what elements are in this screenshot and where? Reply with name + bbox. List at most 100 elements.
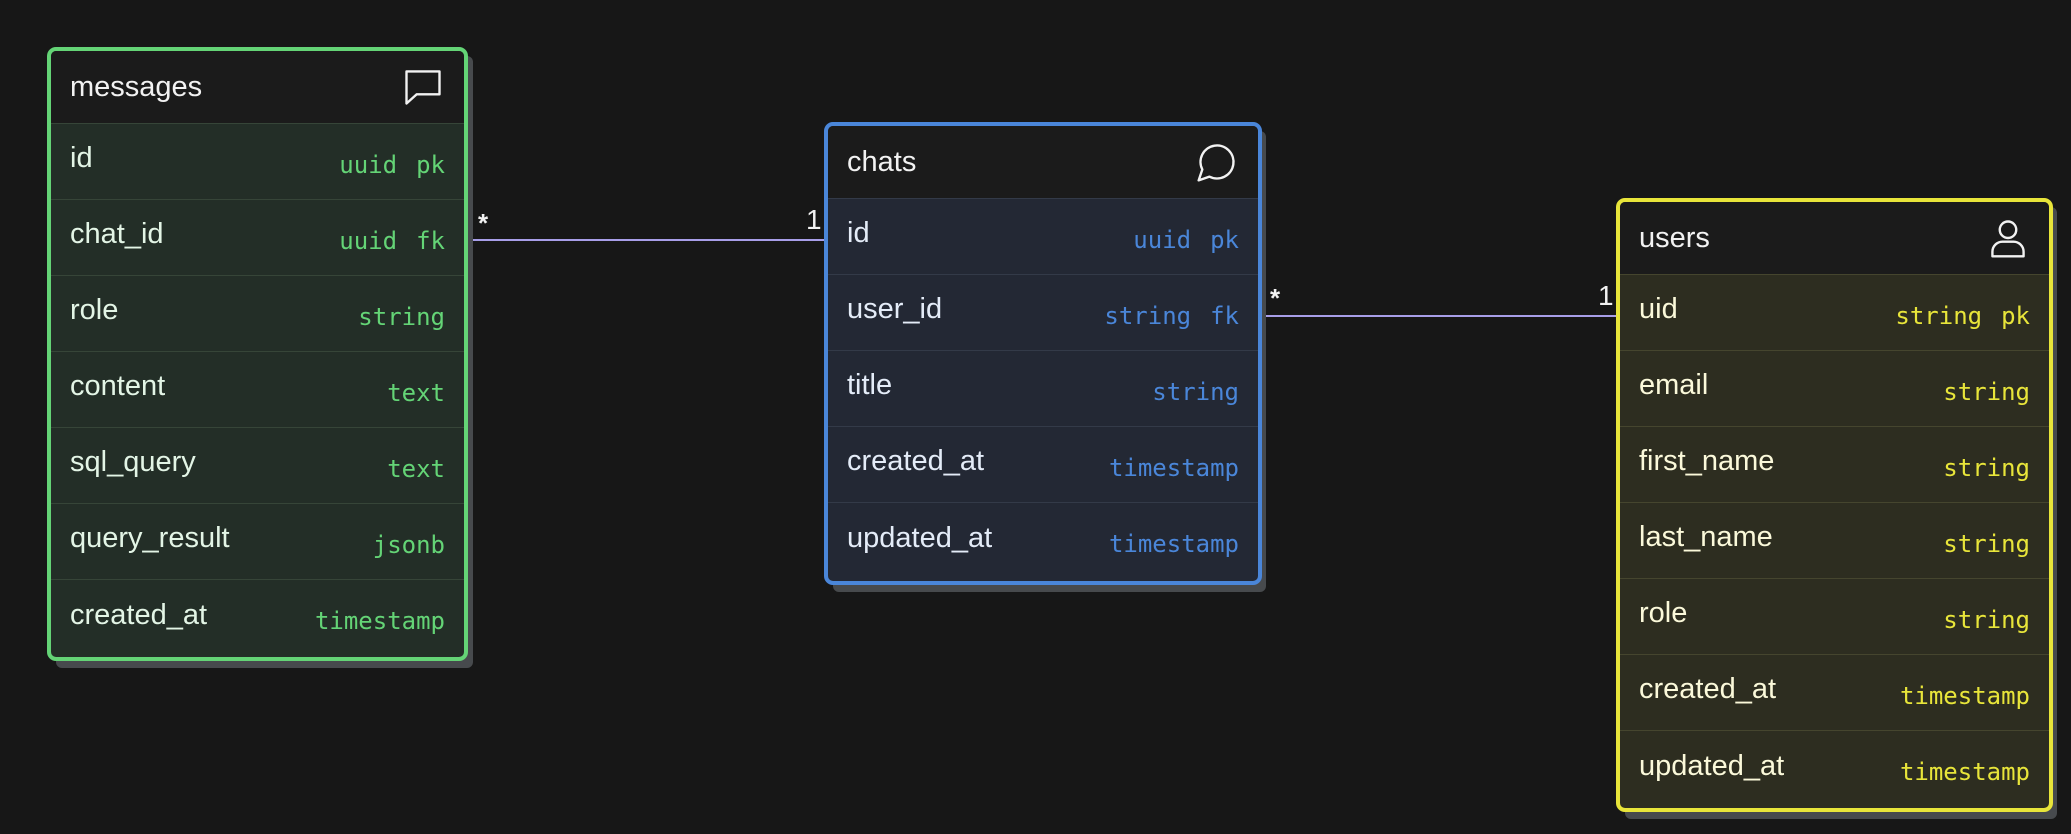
- field-type: timestamp: [1900, 758, 2030, 786]
- field-type: uuid fk: [339, 227, 445, 255]
- field-row-email[interactable]: email string: [1620, 351, 2049, 427]
- field-key-badge: fk: [416, 226, 445, 255]
- field-list: uid string pk email string first_name st…: [1620, 275, 2049, 807]
- field-type: text: [387, 455, 445, 483]
- table-header: users: [1620, 202, 2049, 275]
- field-datatype: timestamp: [314, 607, 445, 635]
- field-type: string: [1943, 530, 2030, 558]
- field-row-uid[interactable]: uid string pk: [1620, 275, 2049, 351]
- field-row-role[interactable]: role string: [51, 276, 464, 352]
- field-row-content[interactable]: content text: [51, 352, 464, 428]
- cardinality-one-label: 1: [1598, 280, 1614, 311]
- field-name: content: [70, 370, 166, 402]
- field-datatype: uuid: [339, 226, 398, 255]
- field-name: user_id: [847, 293, 943, 325]
- field-type: timestamp: [315, 607, 445, 635]
- field-name: chat_id: [70, 218, 164, 250]
- field-name: first_name: [1639, 445, 1775, 477]
- field-name: id: [70, 142, 93, 174]
- field-key-badge: pk: [2001, 301, 2030, 330]
- field-datatype: string: [1943, 605, 2030, 634]
- field-row-created-at[interactable]: created_at timestamp: [828, 427, 1258, 503]
- field-name: query_result: [70, 522, 230, 554]
- cardinality-one-label: 1: [806, 204, 822, 235]
- field-datatype: uuid: [1133, 225, 1192, 254]
- field-type: string fk: [1104, 302, 1239, 330]
- field-row-updated-at[interactable]: updated_at timestamp: [828, 503, 1258, 579]
- field-name: sql_query: [70, 446, 196, 478]
- field-datatype: string: [1943, 377, 2030, 406]
- field-datatype: string: [1104, 301, 1192, 330]
- field-type: timestamp: [1109, 454, 1239, 482]
- field-row-id[interactable]: id uuid pk: [828, 199, 1258, 275]
- field-type: text: [387, 379, 445, 407]
- field-datatype: string: [1895, 301, 1983, 330]
- cardinality-many-label: *: [478, 208, 489, 238]
- field-row-last-name[interactable]: last_name string: [1620, 503, 2049, 579]
- field-type: string: [1943, 454, 2030, 482]
- table-users[interactable]: users uid string pk email string first_n…: [1616, 198, 2053, 812]
- field-name: role: [1639, 597, 1688, 629]
- field-name: created_at: [847, 445, 985, 477]
- field-datatype: uuid: [339, 150, 398, 179]
- table-header: messages: [51, 51, 464, 124]
- field-datatype: string: [1152, 377, 1239, 406]
- field-type: jsonb: [373, 531, 445, 559]
- field-row-query-result[interactable]: query_result jsonb: [51, 504, 464, 580]
- table-title: messages: [70, 70, 203, 103]
- field-datatype: string: [1943, 529, 2030, 558]
- field-name: title: [847, 369, 893, 401]
- field-row-sql-query[interactable]: sql_query text: [51, 428, 464, 504]
- field-list: id uuid pk chat_id uuid fk role string c…: [51, 124, 464, 656]
- field-datatype: timestamp: [1899, 681, 2030, 710]
- field-name: id: [847, 217, 870, 249]
- field-type: uuid pk: [1133, 226, 1239, 254]
- cardinality-many-label: *: [1270, 283, 1281, 313]
- field-datatype: text: [387, 378, 445, 407]
- field-name: uid: [1639, 293, 1678, 325]
- field-type: timestamp: [1900, 682, 2030, 710]
- field-key-badge: pk: [416, 150, 445, 179]
- field-type: string pk: [1895, 302, 2030, 330]
- field-row-created-at[interactable]: created_at timestamp: [51, 580, 464, 656]
- field-datatype: string: [1943, 453, 2030, 482]
- field-row-id[interactable]: id uuid pk: [51, 124, 464, 200]
- field-type: string: [1943, 606, 2030, 634]
- field-datatype: timestamp: [1899, 758, 2030, 786]
- field-datatype: timestamp: [1108, 453, 1239, 482]
- field-name: last_name: [1639, 521, 1773, 553]
- field-datatype: text: [387, 454, 445, 483]
- field-type: string: [358, 303, 445, 331]
- table-chats[interactable]: chats id uuid pk user_id string fk title…: [824, 122, 1262, 585]
- field-name: role: [70, 294, 119, 326]
- field-row-updated-at[interactable]: updated_at timestamp: [1620, 731, 2049, 807]
- field-row-role[interactable]: role string: [1620, 579, 2049, 655]
- user-icon: [1985, 215, 2031, 261]
- field-type: uuid pk: [339, 151, 445, 179]
- message-square-icon: [400, 64, 446, 110]
- diagram-canvas: messages id uuid pk chat_id uuid fk role…: [0, 0, 2071, 834]
- field-row-chat-id[interactable]: chat_id uuid fk: [51, 200, 464, 276]
- field-type: timestamp: [1109, 530, 1239, 558]
- field-name: updated_at: [1639, 749, 1785, 782]
- field-type: string: [1152, 378, 1239, 406]
- field-name: created_at: [1639, 673, 1777, 705]
- table-title: users: [1639, 221, 1710, 254]
- field-name: created_at: [70, 598, 208, 631]
- field-list: id uuid pk user_id string fk title strin…: [828, 199, 1258, 579]
- table-header: chats: [828, 126, 1258, 199]
- field-datatype: timestamp: [1108, 530, 1239, 558]
- table-title: chats: [847, 145, 917, 178]
- table-messages[interactable]: messages id uuid pk chat_id uuid fk role…: [47, 47, 468, 661]
- field-type: string: [1943, 378, 2030, 406]
- field-row-title[interactable]: title string: [828, 351, 1258, 427]
- field-name: email: [1639, 369, 1709, 401]
- field-row-user-id[interactable]: user_id string fk: [828, 275, 1258, 351]
- field-key-badge: pk: [1210, 225, 1239, 254]
- field-row-created-at[interactable]: created_at timestamp: [1620, 655, 2049, 731]
- message-circle-icon: [1194, 139, 1240, 185]
- field-row-first-name[interactable]: first_name string: [1620, 427, 2049, 503]
- field-datatype: string: [358, 302, 445, 331]
- field-key-badge: fk: [1210, 301, 1239, 330]
- field-name: updated_at: [847, 521, 993, 554]
